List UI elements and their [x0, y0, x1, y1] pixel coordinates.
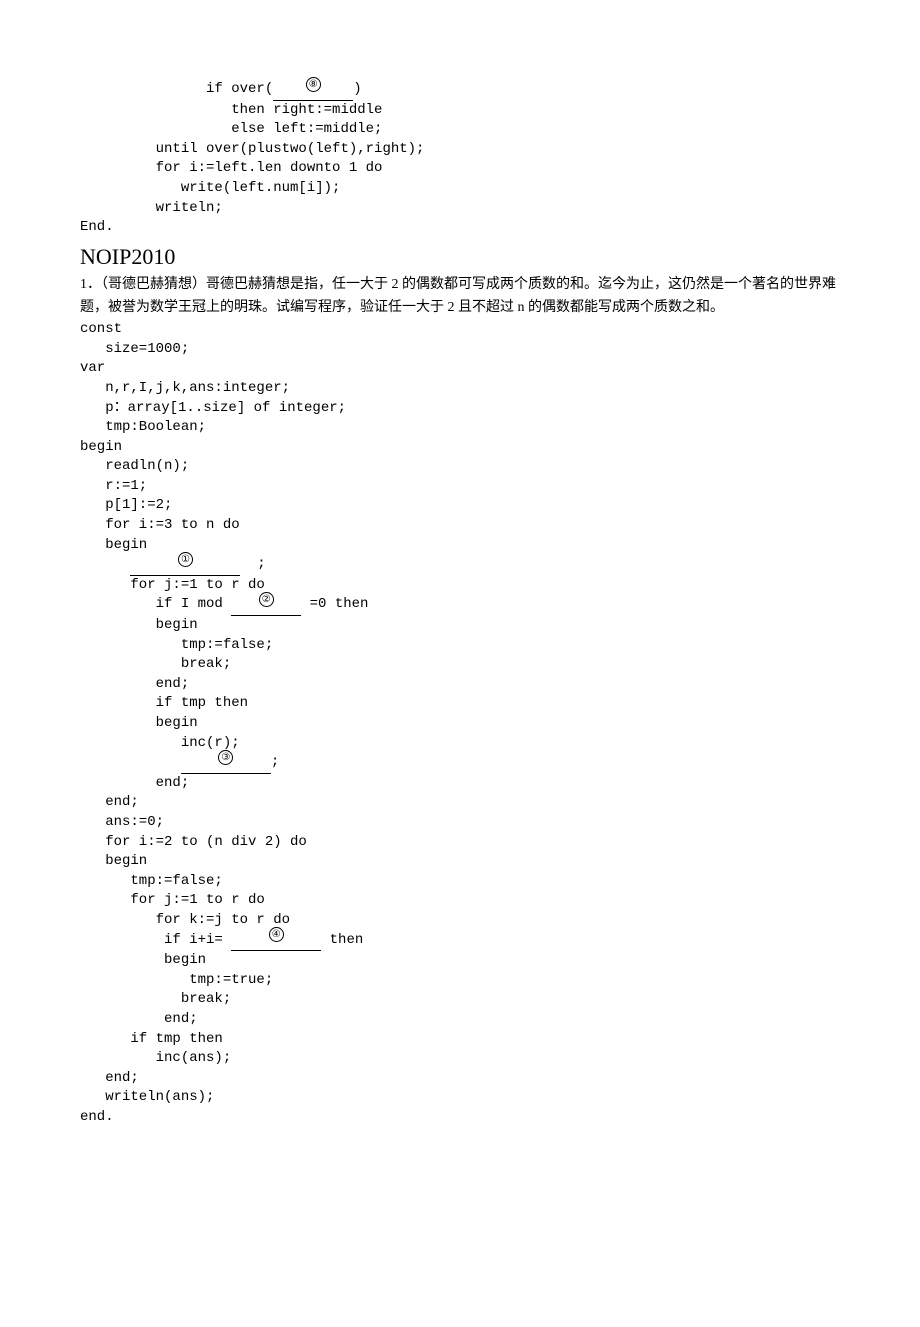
code-l01: const — [80, 320, 840, 340]
code-l10: p[1]:=2; — [80, 496, 840, 516]
blank-3: ③ — [181, 753, 271, 774]
code-l05: p：array[1..size] of integer; — [80, 399, 840, 419]
top-code-l8: End. — [80, 218, 840, 238]
code-l04: n,r,I,j,k,ans:integer; — [80, 379, 840, 399]
text: then — [321, 932, 363, 948]
code-l42: end. — [80, 1108, 840, 1128]
code-l11: for i:=3 to n do — [80, 516, 840, 536]
code-l13: ① ; — [80, 555, 840, 576]
code-l02: size=1000; — [80, 340, 840, 360]
text: ) — [353, 81, 361, 97]
code-l41: writeln(ans); — [80, 1088, 840, 1108]
text: ; — [271, 754, 279, 770]
blank-4-num: ④ — [269, 927, 284, 942]
code-l22: inc(r); — [80, 734, 840, 754]
code-l31: for j:=1 to r do — [80, 891, 840, 911]
blank-1-num: ① — [178, 552, 193, 567]
text: =0 then — [301, 596, 368, 612]
code-l16: begin — [80, 616, 840, 636]
code-l23: ③; — [80, 753, 840, 774]
code-l09: r:=1; — [80, 477, 840, 497]
text: ; — [240, 556, 265, 572]
code-l33: if i+i= ④ then — [80, 931, 840, 952]
top-code-l7: writeln; — [80, 199, 840, 219]
problem-statement: 1．（哥德巴赫猜想）哥德巴赫猜想是指，任一大于 2 的偶数都可写成两个质数的和。… — [80, 273, 840, 321]
code-l24: end; — [80, 774, 840, 794]
blank-8: ⑧ — [273, 80, 353, 101]
code-l38: if tmp then — [80, 1030, 840, 1050]
text: if I mod — [80, 596, 231, 612]
top-code-l6: write(left.num[i]); — [80, 179, 840, 199]
code-l30: tmp:=false; — [80, 872, 840, 892]
code-l34: begin — [80, 951, 840, 971]
code-l14: for j:=1 to r do — [80, 576, 840, 596]
top-code-l2: then right:=middle — [80, 101, 840, 121]
top-code-l3: else left:=middle; — [80, 120, 840, 140]
blank-2-num: ② — [259, 592, 274, 607]
text: if i+i= — [80, 932, 231, 948]
code-l36: break; — [80, 990, 840, 1010]
code-l28: for i:=2 to (n div 2) do — [80, 833, 840, 853]
code-l17: tmp:=false; — [80, 636, 840, 656]
code-l20: if tmp then — [80, 694, 840, 714]
blank-8-num: ⑧ — [306, 77, 321, 92]
code-l35: tmp:=true; — [80, 971, 840, 991]
code-l32: for k:=j to r do — [80, 911, 840, 931]
code-l08: readln(n); — [80, 457, 840, 477]
blank-4: ④ — [231, 931, 321, 952]
section-heading: NOIP2010 — [80, 242, 840, 273]
code-l15: if I mod ② =0 then — [80, 595, 840, 616]
code-l40: end; — [80, 1069, 840, 1089]
code-l25: end; — [80, 793, 840, 813]
top-code-l1: if over( ⑧) — [80, 80, 840, 101]
code-l12: begin — [80, 536, 840, 556]
code-l27: ans:=0; — [80, 813, 840, 833]
code-l06: tmp:Boolean; — [80, 418, 840, 438]
blank-3-num: ③ — [218, 750, 233, 765]
code-l03: var — [80, 359, 840, 379]
top-code-l5: for i:=left.len downto 1 do — [80, 159, 840, 179]
top-code-l4: until over(plustwo(left),right); — [80, 140, 840, 160]
code-l37: end; — [80, 1010, 840, 1030]
code-l18: break; — [80, 655, 840, 675]
code-l29: begin — [80, 852, 840, 872]
blank-2: ② — [231, 595, 301, 616]
text: if over( — [80, 81, 273, 97]
blank-1: ① — [130, 555, 240, 576]
code-l07: begin — [80, 438, 840, 458]
code-l19: end; — [80, 675, 840, 695]
code-l39: inc(ans); — [80, 1049, 840, 1069]
code-l21: begin — [80, 714, 840, 734]
